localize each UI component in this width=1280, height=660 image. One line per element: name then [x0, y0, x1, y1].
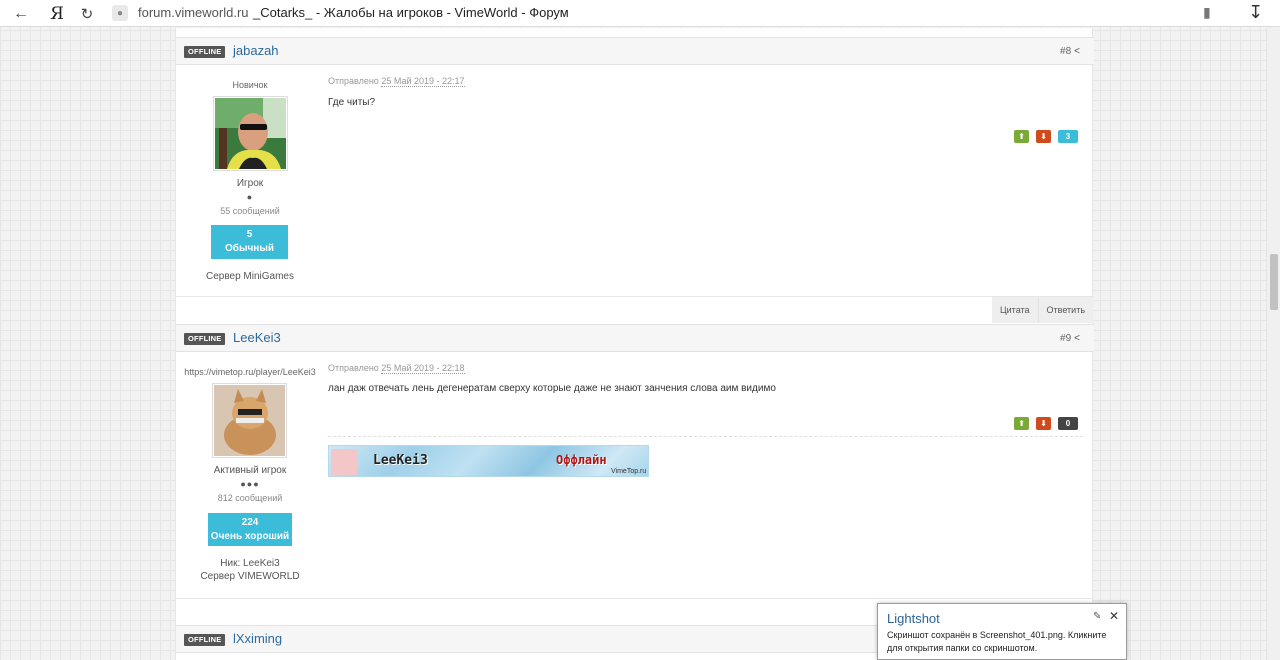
download-icon[interactable]: ↧ [1248, 2, 1263, 23]
lightshot-notification[interactable]: Lightshot ✎ ✕ Скриншот сохранён в Screen… [877, 603, 1127, 660]
author-info: https://vimetop.ru/player/LeeKei3 [176, 367, 324, 377]
quote-button[interactable]: Цитата [992, 297, 1038, 323]
post-header: OFFLINE jabazah #8 < [176, 37, 1094, 65]
posted-label: Отправлено [328, 363, 379, 373]
posted-label: Отправлено [328, 76, 379, 86]
reputation-badge[interactable]: 224 Очень хороший [208, 513, 292, 546]
notification-text[interactable]: Скриншот сохранён в Screenshot_401.png. … [887, 629, 1121, 655]
back-arrow-icon[interactable]: ← [6, 0, 36, 27]
close-icon[interactable]: ✕ [1109, 609, 1119, 623]
browser-toolbar: ← Я ↻ ● forum.vimeworld.ru _Cotarks_ - Ж… [0, 0, 1280, 27]
notification-title: Lightshot [887, 611, 940, 626]
reputation-badge[interactable]: 5 Обычный [211, 225, 288, 259]
author-extra: Ник: LeeKei3 Сервер VIMEWORLD [176, 558, 324, 582]
server-label: Сервер VIMEWORLD [200, 571, 300, 582]
share-icon[interactable]: < [1074, 46, 1080, 57]
author-rank: Новичок [232, 80, 268, 90]
post-date[interactable]: 25 Май 2019 - 22:18 [381, 363, 465, 374]
post-divider [176, 598, 1094, 599]
yandex-logo[interactable]: Я [42, 0, 72, 27]
post-meta: Отправлено 25 Май 2019 - 22:18 [328, 363, 465, 374]
post-count: 55 сообщений [220, 206, 280, 216]
up-arrow-icon[interactable]: ⬆ [1014, 417, 1029, 430]
reputation-score: 3 [1058, 130, 1078, 143]
author-server: Сервер MiniGames [176, 271, 324, 282]
avatar[interactable] [212, 383, 287, 458]
server-label: Сервер MiniGames [205, 271, 294, 282]
reputation-label: Обычный [224, 243, 275, 254]
signature-divider [328, 436, 1083, 437]
post-body: лан даж отвечать лень дегенератам сверху… [328, 383, 776, 394]
author-custom-title: https://vimetop.ru/player/LeeKei3 [184, 367, 316, 377]
post-actions: Цитата Ответить [992, 297, 1093, 323]
post-body: Где читы? [328, 97, 376, 108]
scrollbar-thumb[interactable] [1270, 254, 1278, 310]
post-divider [176, 296, 1094, 297]
author-details: Игрок ● 55 сообщений [176, 178, 324, 216]
reply-button[interactable]: Ответить [1037, 297, 1093, 323]
reputation-value: 224 [241, 517, 259, 528]
signature-status: Оффлайн [556, 453, 607, 467]
author-details: Активный игрок ●●● 812 сообщений [176, 465, 324, 503]
post-number[interactable]: #9 < [1060, 333, 1080, 344]
post-header: OFFLINE LeeKei3 #9 < [176, 324, 1094, 352]
pin-icon[interactable]: ✎ [1093, 611, 1101, 622]
down-arrow-icon[interactable]: ⬇ [1036, 417, 1051, 430]
lock-icon[interactable]: ● [112, 5, 128, 21]
rank-pips: ●●● [240, 479, 260, 489]
post-count: 812 сообщений [217, 493, 283, 503]
address-bar-url[interactable]: forum.vimeworld.ru [138, 5, 249, 20]
avatar[interactable] [213, 96, 288, 171]
status-badge: OFFLINE [184, 333, 226, 345]
author-group: Активный игрок [213, 465, 287, 476]
status-badge: OFFLINE [184, 634, 226, 646]
author-username[interactable]: lXximing [233, 631, 282, 646]
page-scrollbar[interactable] [1266, 28, 1280, 660]
reload-icon[interactable]: ↻ [72, 0, 102, 27]
author-info: Новичок [176, 80, 324, 90]
up-arrow-icon[interactable]: ⬆ [1014, 130, 1029, 143]
reputation-label: Очень хороший [210, 531, 290, 542]
post-number[interactable]: #8 < [1060, 46, 1080, 57]
signature-nick: LeeKei3 [373, 453, 428, 468]
author-group: Игрок [236, 178, 264, 189]
page-title: _Cotarks_ - Жалобы на игроков - VimeWorl… [253, 5, 569, 20]
post-date[interactable]: 25 Май 2019 - 22:17 [381, 76, 465, 87]
bookmark-icon[interactable]: ▮ [1203, 4, 1211, 21]
signature-site: VimeTop.ru [611, 468, 647, 475]
author-username[interactable]: LeeKei3 [233, 330, 281, 345]
author-username[interactable]: jabazah [233, 43, 279, 58]
reputation-value: 5 [246, 229, 253, 240]
down-arrow-icon[interactable]: ⬇ [1036, 130, 1051, 143]
status-badge: OFFLINE [184, 46, 226, 58]
forum-thread: OFFLINE jabazah #8 < Новичок Игрок ● 55 с… [175, 28, 1094, 660]
player-skin-head [331, 449, 357, 475]
rank-pips: ● [246, 192, 254, 202]
share-icon[interactable]: < [1074, 333, 1080, 344]
post-meta: Отправлено 25 Май 2019 - 22:17 [328, 76, 465, 87]
signature-banner[interactable]: LeeKei3 Оффлайн VimeTop.ru [328, 445, 649, 477]
nick-field: Ник: LeeKei3 [220, 558, 280, 569]
reputation-score: 0 [1058, 417, 1078, 430]
